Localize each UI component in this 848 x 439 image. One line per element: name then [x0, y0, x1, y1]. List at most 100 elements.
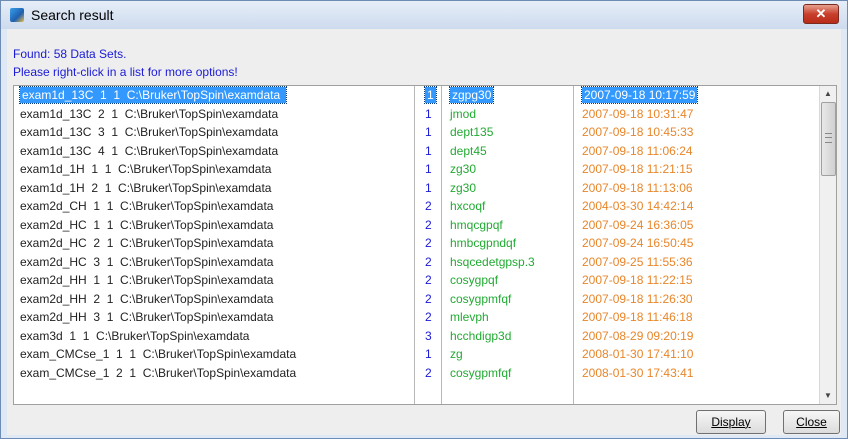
pulse-program-item[interactable]: hmbcgpndqf [442, 234, 573, 253]
pulse-program-item-text: zgpg30 [448, 86, 495, 104]
pulse-program-item[interactable]: cosygpqf [442, 271, 573, 290]
dataset-name-item[interactable]: exam1d_13C 1 1 C:\Bruker\TopSpin\examdat… [14, 86, 414, 105]
dataset-name-item[interactable]: exam1d_13C 3 1 C:\Bruker\TopSpin\examdat… [14, 123, 414, 142]
pulse-program-item-text: hmbcgpndqf [450, 236, 517, 250]
dataset-name-item[interactable]: exam_CMCse_1 1 1 C:\Bruker\TopSpin\examd… [14, 345, 414, 364]
dimension-item-text: 1 [425, 180, 432, 195]
date-item[interactable]: 2007-09-18 11:46:18 [574, 308, 824, 327]
pulse-program-item[interactable]: zgpg30 [442, 86, 573, 105]
dimension-item[interactable]: 2 [415, 308, 441, 327]
date-list[interactable]: 2007-09-18 10:17:59 2007-09-18 10:31:47 20… [573, 86, 824, 404]
date-item[interactable]: 2007-09-18 11:13:06 [574, 179, 824, 198]
date-item[interactable]: 2007-09-18 10:31:47 [574, 105, 824, 124]
date-item[interactable]: 2007-09-18 10:45:33 [574, 123, 824, 142]
pulse-program-item[interactable]: jmod [442, 105, 573, 124]
dimension-item[interactable]: 2 [415, 216, 441, 235]
dimension-item[interactable]: 3 [415, 327, 441, 346]
pulse-program-item[interactable]: cosygpmfqf [442, 290, 573, 309]
pulse-program-item[interactable]: zg30 [442, 160, 573, 179]
dataset-name-item-text: exam2d_HH 3 1 C:\Bruker\TopSpin\examdata [20, 310, 274, 324]
dataset-name-item[interactable]: exam_CMCse_1 2 1 C:\Bruker\TopSpin\examd… [14, 364, 414, 383]
title-bar[interactable]: Search result ✕ [1, 1, 847, 29]
results-list-panel[interactable]: exam1d_13C 1 1 C:\Bruker\TopSpin\examdat… [13, 85, 837, 405]
window-close-button[interactable]: ✕ [803, 4, 839, 24]
dimension-item[interactable]: 1 [415, 179, 441, 198]
pulse-program-item[interactable]: hmqcgpqf [442, 216, 573, 235]
date-item[interactable]: 2008-01-30 17:41:10 [574, 345, 824, 364]
pulse-program-list[interactable]: zgpg30 jmod dept135 dept45 zg30 zg30 hxcoqf hmq… [441, 86, 573, 404]
dimension-item-text: 1 [424, 86, 437, 104]
date-item[interactable]: 2007-08-29 09:20:19 [574, 327, 824, 346]
date-item[interactable]: 2007-09-18 11:06:24 [574, 142, 824, 161]
dimension-item-text: 1 [425, 125, 432, 139]
dataset-name-item[interactable]: exam3d 1 1 C:\Bruker\TopSpin\examdata [14, 327, 414, 346]
pulse-program-item[interactable]: hxcoqf [442, 197, 573, 216]
dimension-item-text: 2 [425, 199, 432, 213]
date-item[interactable]: 2008-01-30 17:43:41 [574, 364, 824, 383]
dimension-item[interactable]: 1 [415, 105, 441, 124]
date-item[interactable]: 2007-09-24 16:50:45 [574, 234, 824, 253]
dataset-name-item[interactable]: exam2d_HH 3 1 C:\Bruker\TopSpin\examdata [14, 308, 414, 327]
dimension-item[interactable]: 1 [415, 142, 441, 161]
pulse-program-item[interactable]: dept45 [442, 142, 573, 161]
dimension-item[interactable]: 1 [415, 123, 441, 142]
dataset-name-item-text: exam1d_13C 3 1 C:\Bruker\TopSpin\examdat… [20, 125, 279, 139]
pulse-program-item[interactable]: mlevph [442, 308, 573, 327]
pulse-program-item-text: dept135 [450, 125, 494, 139]
dimension-item[interactable]: 2 [415, 253, 441, 272]
dimension-list[interactable]: 1 1 1 1 1 1 2 2 2 2 2 2 2 3 1 2 [414, 86, 441, 404]
dimension-item[interactable]: 1 [415, 345, 441, 364]
pulse-program-item[interactable]: zg [442, 345, 573, 364]
scroll-down-arrow-icon[interactable]: ▼ [820, 388, 836, 404]
pulse-program-item-text: zg30 [450, 180, 477, 195]
pulse-program-item-text: jmod [450, 106, 477, 121]
pulse-program-item[interactable]: cosygpmfqf [442, 364, 573, 383]
dataset-name-item[interactable]: exam1d_13C 2 1 C:\Bruker\TopSpin\examdat… [14, 105, 414, 124]
pulse-program-item[interactable]: dept135 [442, 123, 573, 142]
date-item[interactable]: 2007-09-24 16:36:05 [574, 216, 824, 235]
date-item[interactable]: 2007-09-18 10:17:59 [574, 86, 824, 105]
right-click-hint-label: Please right-click in a list for more op… [13, 65, 238, 79]
scrollbar-grip-icon [825, 133, 832, 143]
dataset-name-item-text: exam2d_HH 1 1 C:\Bruker\TopSpin\examdata [20, 273, 274, 287]
scrollbar-thumb[interactable] [821, 102, 836, 176]
pulse-program-item[interactable]: zg30 [442, 179, 573, 198]
dimension-item-text: 1 [425, 347, 432, 361]
dataset-name-item[interactable]: exam2d_HC 3 1 C:\Bruker\TopSpin\examdata [14, 253, 414, 272]
dimension-item[interactable]: 1 [415, 160, 441, 179]
date-item[interactable]: 2007-09-18 11:26:30 [574, 290, 824, 309]
dimension-item[interactable]: 1 [415, 86, 441, 105]
pulse-program-item-text: zg [450, 347, 463, 361]
date-item-text: 2007-09-18 11:06:24 [582, 143, 693, 158]
dataset-name-item[interactable]: exam1d_13C 4 1 C:\Bruker\TopSpin\examdat… [14, 142, 414, 161]
dataset-name-item[interactable]: exam1d_1H 1 1 C:\Bruker\TopSpin\examdata [14, 160, 414, 179]
dataset-name-item[interactable]: exam1d_1H 2 1 C:\Bruker\TopSpin\examdata [14, 179, 414, 198]
pulse-program-item[interactable]: hcchdigp3d [442, 327, 573, 346]
date-item[interactable]: 2004-03-30 14:42:14 [574, 197, 824, 216]
date-item[interactable]: 2007-09-18 11:22:15 [574, 271, 824, 290]
vertical-scrollbar[interactable]: ▲ ▼ [819, 86, 836, 404]
display-button[interactable]: Display [696, 410, 766, 434]
dataset-name-item[interactable]: exam2d_HH 1 1 C:\Bruker\TopSpin\examdata [14, 271, 414, 290]
dataset-name-item-text: exam2d_HH 2 1 C:\Bruker\TopSpin\examdata [20, 291, 274, 306]
dataset-name-item-text: exam2d_HC 1 1 C:\Bruker\TopSpin\examdata [20, 217, 274, 232]
pulse-program-item-text: dept45 [450, 143, 487, 158]
dimension-item[interactable]: 2 [415, 271, 441, 290]
dataset-name-item[interactable]: exam2d_HC 1 1 C:\Bruker\TopSpin\examdata [14, 216, 414, 235]
dataset-name-item[interactable]: exam2d_CH 1 1 C:\Bruker\TopSpin\examdata [14, 197, 414, 216]
scroll-up-arrow-icon[interactable]: ▲ [820, 86, 836, 102]
dimension-item[interactable]: 2 [415, 364, 441, 383]
date-item[interactable]: 2007-09-25 11:55:36 [574, 253, 824, 272]
dataset-name-item[interactable]: exam2d_HC 2 1 C:\Bruker\TopSpin\examdata [14, 234, 414, 253]
date-item[interactable]: 2007-09-18 11:21:15 [574, 160, 824, 179]
dimension-item[interactable]: 2 [415, 290, 441, 309]
close-button[interactable]: Close [783, 410, 840, 434]
dataset-name-item[interactable]: exam2d_HH 2 1 C:\Bruker\TopSpin\examdata [14, 290, 414, 309]
dataset-name-list[interactable]: exam1d_13C 1 1 C:\Bruker\TopSpin\examdat… [14, 86, 414, 404]
dimension-item[interactable]: 2 [415, 197, 441, 216]
date-item-text: 2007-09-18 10:31:47 [582, 106, 694, 121]
dimension-item[interactable]: 2 [415, 234, 441, 253]
pulse-program-item[interactable]: hsqcedetgpsp.3 [442, 253, 573, 272]
dialog-content: Found: 58 Data Sets. Please right-click … [7, 29, 841, 435]
dimension-item-text: 2 [425, 310, 432, 324]
